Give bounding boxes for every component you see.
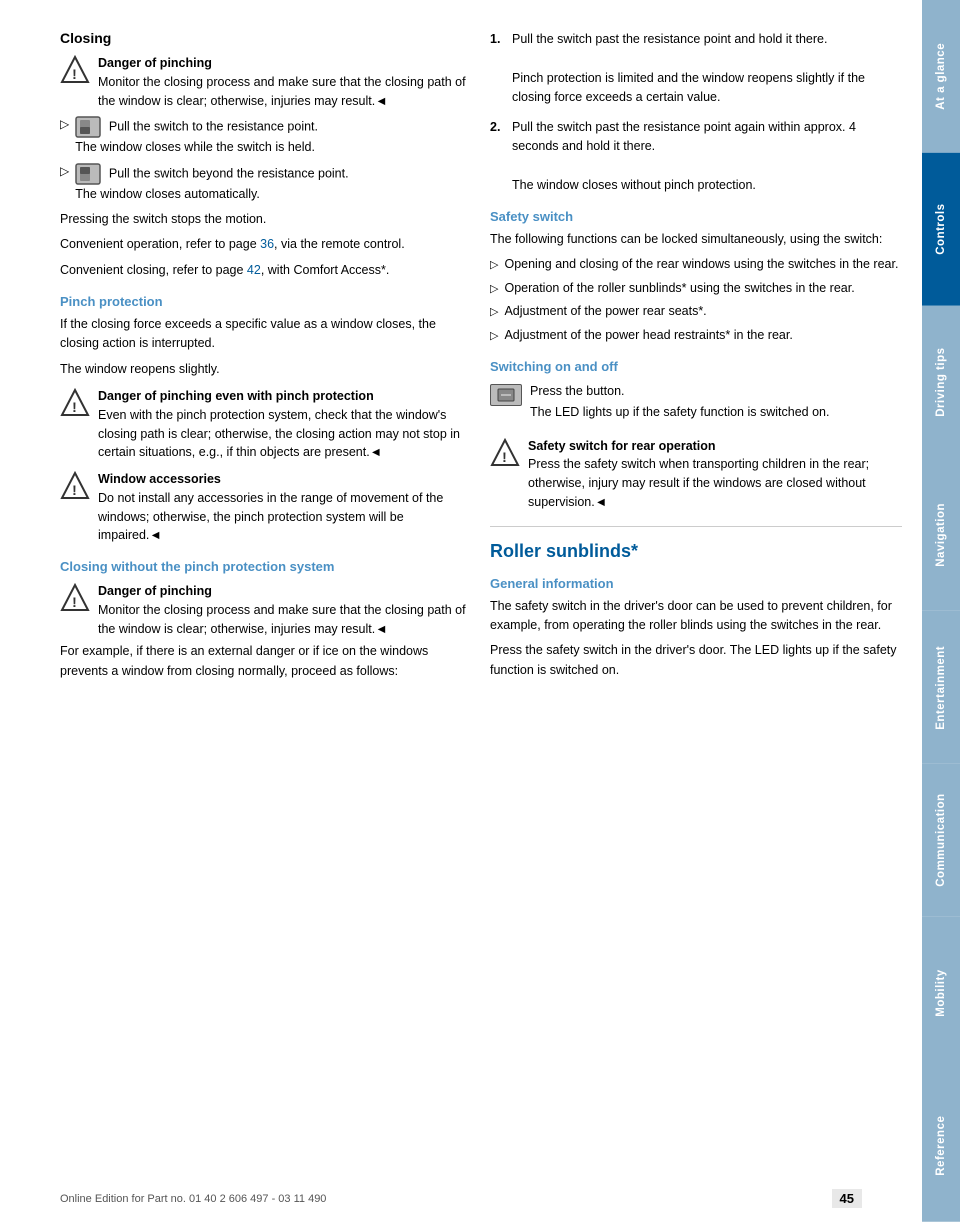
arrow-item-1-sub: The window closes while the switch is he… [75,140,315,154]
svg-text:!: ! [502,449,507,465]
sidebar-tab-reference[interactable]: Reference [922,1069,960,1222]
svg-text:!: ! [72,66,77,82]
page-link-42[interactable]: 42 [247,263,261,277]
arrow-item-1-main: Pull the switch to the resistance point. [109,120,318,134]
page-wrapper: Closing ! Danger of pinching Monitor the… [0,0,960,1222]
bullet-arrow-4: ▷ [490,328,498,345]
warning-text-accessories: Window accessories Do not install any ac… [98,470,470,545]
pressing-text: Pressing the switch stops the motion. [60,210,470,229]
step-1-sub: Pinch protection is limited and the wind… [512,71,865,104]
convenient-text-1: Convenient operation, refer to page 36, … [60,235,470,254]
warning-block-safety: ! Safety switch for rear operation Press… [490,437,902,512]
sidebar-tab-driving-tips[interactable]: Driving tips [922,306,960,459]
switching-heading: Switching on and off [490,359,902,374]
switching-block: Press the button. The LED lights up if t… [490,382,902,429]
page-link-36[interactable]: 36 [260,237,274,251]
step-1-num: 1. [490,30,504,108]
svg-text:!: ! [72,594,77,610]
arrow-item-1: ▷ Pull the switch to the resistance poin… [60,116,470,157]
arrow-symbol-1: ▷ [60,117,69,131]
switch-button-icon [490,384,522,406]
safety-item-2: ▷ Operation of the roller sunblinds* usi… [490,279,902,298]
footer-text: Online Edition for Part no. 01 40 2 606 … [60,1193,326,1205]
general-info-heading: General information [490,576,902,591]
safety-switch-text: The following functions can be locked si… [490,230,902,249]
warning-block-closing-without: ! Danger of pinching Monitor the closing… [60,582,470,638]
page-number: 45 [832,1189,862,1208]
switching-text-1: Press the button. [530,382,829,401]
safety-switch-list: ▷ Opening and closing of the rear window… [490,255,902,345]
right-column: 1. Pull the switch past the resistance p… [490,30,902,1182]
roller-heading: Roller sunblinds* [490,541,902,562]
warning-text-safety: Safety switch for rear operation Press t… [528,437,902,512]
bullet-arrow-1: ▷ [490,257,498,274]
sidebar-tab-controls[interactable]: Controls [922,153,960,306]
page-footer: Online Edition for Part no. 01 40 2 606 … [0,1189,922,1208]
step-2-sub: The window closes without pinch protecti… [512,178,756,192]
safety-item-4: ▷ Adjustment of the power head restraint… [490,326,902,345]
main-content: Closing ! Danger of pinching Monitor the… [0,0,922,1222]
divider [490,526,902,527]
closing-without-heading: Closing without the pinch protection sys… [60,559,470,574]
pinch-text-2: The window reopens slightly. [60,360,470,379]
closing-heading: Closing [60,30,470,46]
step-2-text: Pull the switch past the resistance poin… [512,120,856,153]
step-2: 2. Pull the switch past the resistance p… [490,118,902,196]
arrow-item-2-main: Pull the switch beyond the resistance po… [109,166,349,180]
sidebar-tab-navigation[interactable]: Navigation [922,458,960,611]
warning-block-1: ! Danger of pinching Monitor the closing… [60,54,470,110]
arrow-item-2: ▷ Pull the switch beyond the resistance … [60,163,470,204]
warning-text-closing-without: Danger of pinching Monitor the closing p… [98,582,470,638]
bullet-arrow-3: ▷ [490,304,498,321]
convenient-text-2: Convenient closing, refer to page 42, wi… [60,261,470,280]
danger-icon-pinch: ! [60,388,90,418]
safety-item-3: ▷ Adjustment of the power rear seats*. [490,302,902,321]
left-column: Closing ! Danger of pinching Monitor the… [60,30,470,1182]
warning-text-1: Danger of pinching Monitor the closing p… [98,54,470,110]
switching-text-2: The LED lights up if the safety function… [530,403,829,422]
arrow-item-2-sub: The window closes automatically. [75,187,260,201]
safety-switch-heading: Safety switch [490,209,902,224]
arrow-symbol-2: ▷ [60,164,69,178]
danger-icon-1: ! [60,55,90,85]
general-info-text-2: Press the safety switch in the driver's … [490,641,902,680]
for-example-text: For example, if there is an external dan… [60,642,470,681]
switch-icon-2 [75,163,101,185]
warning-block-pinch: ! Danger of pinching even with pinch pro… [60,387,470,462]
pinch-text-1: If the closing force exceeds a specific … [60,315,470,354]
steps-list: 1. Pull the switch past the resistance p… [490,30,902,195]
switch-icon-1 [75,116,101,138]
sidebar-tab-entertainment[interactable]: Entertainment [922,611,960,764]
sidebar-tab-mobility[interactable]: Mobility [922,917,960,1070]
sidebar: At a glance Controls Driving tips Naviga… [922,0,960,1222]
step-2-num: 2. [490,118,504,196]
step-1: 1. Pull the switch past the resistance p… [490,30,902,108]
warning-block-accessories: ! Window accessories Do not install any … [60,470,470,545]
svg-text:!: ! [72,482,77,498]
switching-text-block: Press the button. The LED lights up if t… [530,382,829,429]
bullet-arrow-2: ▷ [490,281,498,298]
sidebar-tab-at-a-glance[interactable]: At a glance [922,0,960,153]
safety-item-1: ▷ Opening and closing of the rear window… [490,255,902,274]
pinch-protection-heading: Pinch protection [60,294,470,309]
danger-icon-closing-without: ! [60,583,90,613]
danger-icon-accessories: ! [60,471,90,501]
sidebar-tab-communication[interactable]: Communication [922,764,960,917]
general-info-text-1: The safety switch in the driver's door c… [490,597,902,636]
step-1-text: Pull the switch past the resistance poin… [512,32,827,46]
warning-text-pinch: Danger of pinching even with pinch prote… [98,387,470,462]
danger-icon-safety: ! [490,438,520,468]
svg-text:!: ! [72,399,77,415]
